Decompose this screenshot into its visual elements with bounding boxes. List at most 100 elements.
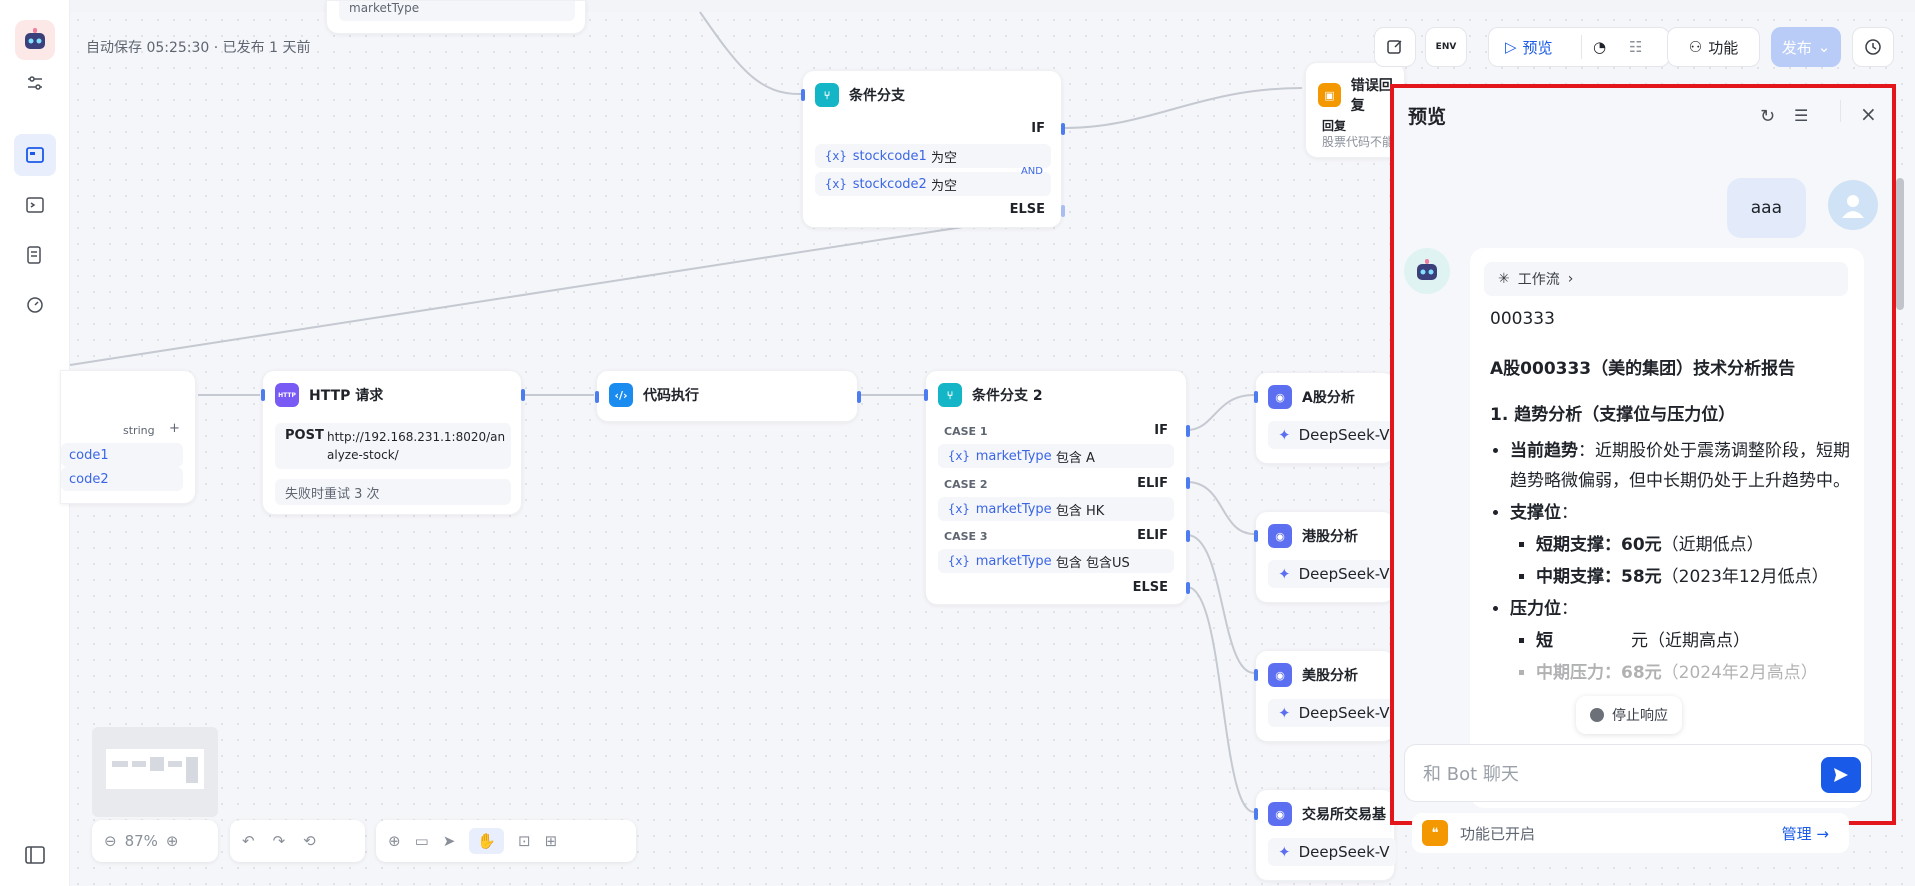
start-node-partial[interactable]: string + code1 code2 [60, 370, 196, 504]
undo-icon[interactable]: ↶ [242, 832, 255, 850]
condition-row[interactable]: {x} stockcode2 为空 [815, 172, 1051, 196]
zoom-level[interactable]: 87% [125, 832, 158, 850]
else-handle[interactable] [1061, 205, 1065, 217]
output-handle[interactable] [857, 391, 861, 403]
input-handle[interactable] [1254, 391, 1258, 403]
redo-icon[interactable]: ↷ [273, 832, 286, 850]
http-icon: HTTP [275, 383, 299, 407]
preview-scrollbar-thumb[interactable] [1896, 178, 1904, 310]
env-button[interactable]: ENV [1425, 27, 1467, 67]
llm-node-hk-share[interactable]: ◉ 港股分析 ✦ DeepSeek-V [1254, 511, 1396, 603]
add-node-icon[interactable]: ⊕ [388, 832, 401, 850]
condition-node-2[interactable]: ⑂ 条件分支 2 CASE 1 IF {x} marketType 包含 A C… [924, 370, 1190, 605]
model-selector[interactable]: ✦ DeepSeek-V [1268, 838, 1396, 866]
user-avatar [1828, 180, 1878, 230]
function-button[interactable]: ⚇ 功能 [1667, 27, 1760, 67]
support-suffix: ： [1561, 503, 1578, 523]
input-handle[interactable] [801, 89, 805, 101]
list-item: 短期支撑：60元（近期低点） [1536, 530, 1850, 560]
terminal-icon[interactable] [14, 184, 56, 226]
http-method: POST [285, 428, 324, 443]
user-message: aaa [1726, 178, 1806, 238]
case1-handle[interactable] [1186, 425, 1190, 437]
partial-node-top[interactable]: marketType [326, 0, 586, 34]
logs-icon[interactable] [14, 234, 56, 276]
section-heading: 1. 趋势分析（支撑位与压力位） [1490, 405, 1736, 425]
play-icon[interactable]: ▷ [1505, 38, 1517, 56]
model-selector[interactable]: ✦ DeepSeek-V [1268, 699, 1396, 727]
publish-button[interactable]: 发布 ⌄ [1771, 27, 1841, 67]
manage-link[interactable]: 管理 → [1782, 823, 1829, 844]
case2-handle[interactable] [1186, 477, 1190, 489]
hand-icon[interactable]: ✋ [469, 828, 505, 854]
input-handle[interactable] [1254, 808, 1258, 820]
close-icon[interactable]: × [1860, 102, 1877, 126]
param-name: code2 [69, 471, 109, 487]
chat-input[interactable]: 和 Bot 聊天 [1404, 744, 1872, 802]
support-label: 支撑位 [1510, 503, 1561, 523]
refresh-icon[interactable]: ↻ [1760, 106, 1775, 127]
case-condition-row[interactable]: {x} marketType 包含 HK [938, 497, 1174, 521]
model-selector[interactable]: ✦ DeepSeek-V [1268, 560, 1396, 588]
zoom-out-icon[interactable]: ⊖ [104, 832, 117, 850]
input-handle[interactable] [595, 391, 599, 403]
version-history-icon[interactable] [1852, 27, 1894, 67]
llm-node-etf[interactable]: ◉ 交易所交易基 ✦ DeepSeek-V [1254, 789, 1396, 881]
analysis-list: 当前趋势：近期股价处于震荡调整阶段，短期趋势略微偏弱，但中长期仍处于上升趋势中。… [1490, 436, 1850, 688]
output-handle[interactable] [521, 389, 525, 401]
else-label: ELSE [1132, 580, 1168, 595]
list-item: 支撑位： 短期支撑：60元（近期低点） 中期支撑：58元（2023年12月低点） [1510, 498, 1850, 592]
code-icon: ‹/› [609, 383, 633, 407]
condition-node-1[interactable]: ⑂ 条件分支 IF {x} stockcode1 为空 {x} stockcod… [801, 70, 1065, 228]
bot-logo-icon[interactable] [15, 20, 55, 60]
http-request-node[interactable]: HTTP HTTP 请求 POST http://192.168.231.1:8… [261, 370, 525, 515]
import-icon[interactable]: ⊡ [518, 832, 531, 850]
case3-handle[interactable] [1186, 530, 1190, 542]
partial-node-row: marketType [339, 1, 575, 21]
add-param-button[interactable]: + [169, 421, 180, 436]
feedback-icon[interactable] [1374, 27, 1416, 67]
deepseek-icon: ✦ [1278, 843, 1291, 861]
input-handle[interactable] [924, 389, 928, 401]
preview-button[interactable]: 预览 [1523, 37, 1553, 58]
llm-icon: ◉ [1268, 663, 1292, 687]
input-handle[interactable] [1254, 669, 1258, 681]
minimap[interactable] [92, 727, 218, 817]
case-condition-row[interactable]: {x} marketType 包含 A [938, 444, 1174, 468]
organize-icon[interactable]: ⊞ [545, 832, 558, 850]
debug-clock-icon[interactable]: ◔ [1593, 38, 1606, 56]
code-execution-node[interactable]: ‹/› 代码执行 [595, 370, 861, 422]
settings-sliders-icon[interactable]: ☰ [1794, 106, 1808, 125]
llm-node-a-share[interactable]: ◉ A股分析 ✦ DeepSeek-V [1254, 372, 1396, 464]
workflow-canvas-icon[interactable] [14, 134, 56, 176]
stop-response-button[interactable]: 停止响应 [1576, 696, 1682, 734]
send-button[interactable] [1821, 757, 1861, 793]
short-pressure-label: 短 [1536, 631, 1553, 651]
short-pressure-note: 元（近期高点） [1631, 631, 1750, 651]
settings-sliders-icon[interactable] [14, 62, 56, 104]
else-handle[interactable] [1186, 582, 1190, 594]
llm-node-us-share[interactable]: ◉ 美股分析 ✦ DeepSeek-V [1254, 650, 1396, 742]
input-handle[interactable] [1254, 530, 1258, 542]
condition-row[interactable]: {x} stockcode1 为空 [815, 144, 1051, 168]
list-item: 中期压力：68元（2024年2月高点） [1536, 658, 1850, 688]
zoom-in-icon[interactable]: ⊕ [166, 832, 179, 850]
input-handle[interactable] [261, 389, 265, 401]
branch-type: IF [1154, 423, 1168, 438]
monitor-gauge-icon[interactable] [14, 284, 56, 326]
else-label: ELSE [1009, 202, 1045, 217]
checklist-icon[interactable]: ☷ [1629, 38, 1642, 56]
model-name: DeepSeek-V [1298, 565, 1390, 583]
history-icon[interactable]: ⟲ [303, 832, 316, 850]
workflow-chip[interactable]: ✳ 工作流 › [1484, 262, 1848, 296]
model-selector[interactable]: ✦ DeepSeek-V [1268, 421, 1396, 449]
pointer-icon[interactable]: ➤ [443, 832, 456, 850]
case-label: CASE 3 [944, 530, 988, 543]
case-label: CASE 1 [944, 425, 988, 438]
and-label: AND [1020, 166, 1043, 177]
add-comment-icon[interactable]: ▭ [415, 832, 429, 850]
case-condition-row[interactable]: {x} marketType 包含 包含US [938, 549, 1174, 573]
preview-title: 预览 [1408, 106, 1447, 128]
toggle-sidebar-icon[interactable] [14, 834, 56, 876]
if-handle[interactable] [1061, 123, 1065, 135]
